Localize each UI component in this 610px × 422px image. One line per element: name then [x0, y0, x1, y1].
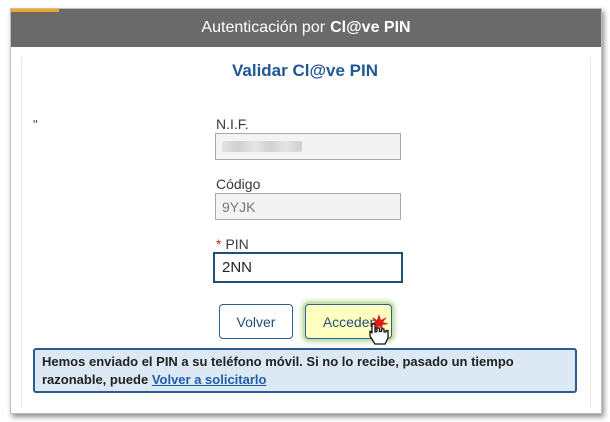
window-header: Autenticación por Cl@ve PIN: [11, 9, 601, 47]
codigo-field[interactable]: 9YJK: [215, 193, 401, 220]
header-accent-tab: [11, 9, 59, 12]
resend-pin-link[interactable]: Volver a solicitarlo: [152, 372, 267, 387]
codigo-label: Código: [216, 176, 261, 192]
codigo-value: 9YJK: [222, 198, 256, 215]
pin-label-row: * PIN: [216, 236, 249, 252]
pin-input[interactable]: [213, 252, 403, 283]
page-title: Validar Cl@ve PIN: [231, 61, 379, 80]
required-asterisk: *: [216, 236, 222, 252]
notice-text: Hemos enviado el PIN a su teléfono móvil…: [42, 354, 514, 387]
nif-label: N.I.F.: [216, 116, 249, 132]
nif-redacted-value: [222, 141, 302, 152]
back-button[interactable]: Volver: [219, 304, 293, 339]
hand-pointer-icon: [369, 314, 389, 345]
header-title-prefix: Autenticación por: [201, 19, 326, 36]
sms-notice: Hemos enviado el PIN a su teléfono móvil…: [33, 348, 577, 393]
stray-quote-mark: ": [33, 117, 38, 132]
pin-label: PIN: [225, 236, 249, 252]
header-title-brand: Cl@ve PIN: [330, 19, 411, 36]
nif-field[interactable]: [215, 133, 401, 160]
